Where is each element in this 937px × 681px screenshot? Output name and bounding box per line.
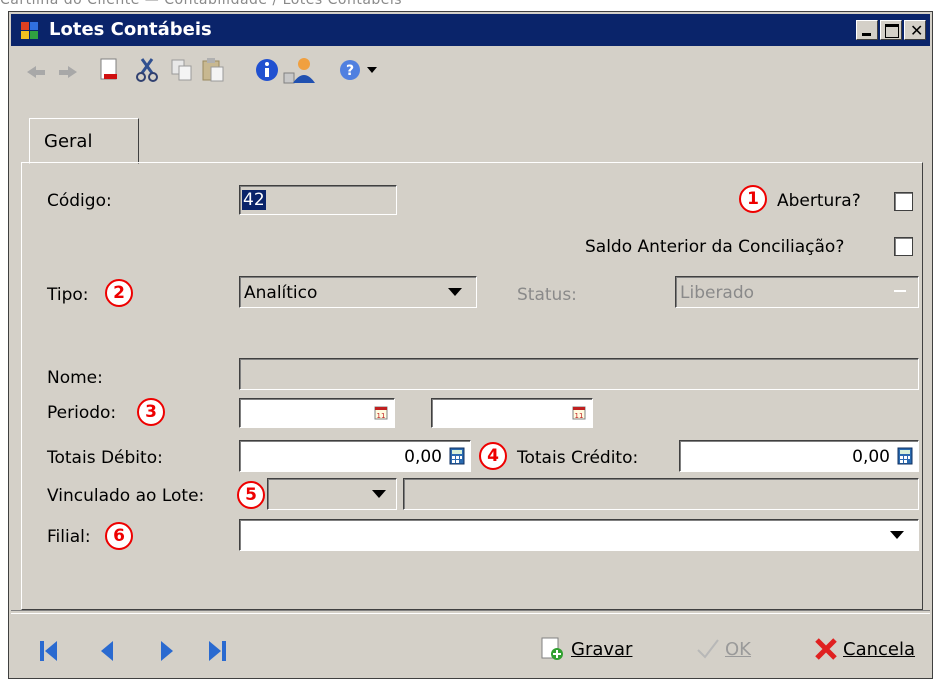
- vinculado-desc-field[interactable]: [403, 478, 919, 510]
- calendar-icon[interactable]: 11: [572, 405, 586, 420]
- chevron-down-icon[interactable]: [365, 56, 379, 84]
- periodo-label: Periodo:: [47, 403, 117, 423]
- gravar-label: Gravar: [571, 638, 633, 660]
- filial-select[interactable]: [239, 519, 919, 551]
- marker-6: 6: [105, 522, 133, 550]
- tab-strip: Geral: [11, 94, 930, 164]
- title-bar[interactable]: Lotes Contábeis ✕: [11, 14, 930, 46]
- maximize-button[interactable]: [880, 20, 902, 40]
- tipo-dropdown-icon: [448, 288, 462, 296]
- last-record-icon[interactable]: [207, 640, 227, 666]
- cancela-button[interactable]: Cancela: [813, 636, 915, 662]
- totais-credito-value: 0,00: [852, 447, 890, 467]
- svg-text:?: ?: [346, 63, 354, 79]
- breadcrumb: Cartilha do Cliente — Contabilidade / Lo…: [0, 0, 403, 8]
- undo-icon[interactable]: [23, 56, 49, 84]
- marker-2: 2: [105, 279, 133, 307]
- saldo-anterior-label: Saldo Anterior da Conciliação?: [585, 237, 845, 257]
- svg-text:11: 11: [575, 412, 584, 420]
- totais-debito-field[interactable]: 0,00: [239, 440, 471, 472]
- saldo-anterior-checkbox[interactable]: [894, 237, 913, 256]
- status-dropdown-icon: [894, 290, 906, 292]
- new-document-icon[interactable]: [97, 56, 121, 84]
- ok-button[interactable]: OK: [695, 636, 751, 662]
- app-icon: [21, 22, 39, 40]
- redo-icon[interactable]: [55, 56, 81, 84]
- check-icon: [697, 639, 719, 659]
- marker-5: 5: [237, 481, 265, 509]
- toolbar: ?: [11, 48, 930, 94]
- nome-label: Nome:: [47, 368, 103, 388]
- nome-field[interactable]: [239, 358, 919, 390]
- marker-4: 4: [479, 442, 507, 470]
- calculator-icon[interactable]: [897, 447, 913, 465]
- codigo-label: Código:: [47, 191, 112, 211]
- totais-debito-value: 0,00: [404, 447, 442, 467]
- next-record-icon[interactable]: [159, 640, 175, 666]
- previous-record-icon[interactable]: [99, 640, 115, 666]
- close-button[interactable]: ✕: [904, 20, 926, 40]
- copy-icon[interactable]: [169, 56, 195, 84]
- ok-label: OK: [725, 638, 751, 660]
- tab-geral-label: Geral: [44, 131, 93, 152]
- totais-credito-field[interactable]: 0,00: [679, 440, 919, 472]
- marker-1: 1: [739, 185, 767, 213]
- tipo-value: Analítico: [244, 283, 318, 303]
- save-icon: [541, 637, 563, 660]
- cancela-label: Cancela: [843, 638, 916, 660]
- help-icon[interactable]: ?: [337, 56, 363, 84]
- codigo-value: 42: [242, 190, 266, 210]
- tipo-select[interactable]: Analítico: [239, 276, 477, 308]
- info-icon[interactable]: [253, 56, 281, 84]
- svg-text:11: 11: [377, 412, 386, 420]
- totais-debito-label: Totais Débito:: [47, 448, 163, 468]
- lotes-contabeis-window: Lotes Contábeis ✕ ? Geral Código: 42 1 A…: [8, 11, 933, 679]
- first-record-icon[interactable]: [39, 640, 59, 666]
- status-select[interactable]: Liberado: [675, 276, 919, 308]
- totais-credito-label: Totais Crédito:: [517, 448, 639, 468]
- vinculado-dropdown-icon: [372, 490, 386, 498]
- paste-icon[interactable]: [199, 56, 227, 84]
- periodo-start-field[interactable]: 11: [239, 398, 395, 428]
- filial-label: Filial:: [47, 527, 91, 547]
- abertura-checkbox[interactable]: [894, 192, 913, 211]
- calendar-icon[interactable]: 11: [374, 405, 388, 420]
- filial-dropdown-icon: [890, 531, 904, 539]
- codigo-field[interactable]: 42: [239, 185, 397, 215]
- user-icon[interactable]: [283, 56, 317, 84]
- abertura-label: Abertura?: [777, 191, 861, 211]
- status-label: Status:: [517, 285, 577, 305]
- cut-icon[interactable]: [133, 56, 161, 84]
- marker-3: 3: [137, 398, 165, 426]
- calculator-icon[interactable]: [449, 447, 465, 465]
- close-icon: [815, 638, 837, 660]
- bottom-bar: Gravar OK Cancela: [11, 612, 930, 676]
- periodo-end-field[interactable]: 11: [431, 398, 593, 428]
- vinculado-lote-select[interactable]: [267, 478, 397, 510]
- gravar-button[interactable]: Gravar: [539, 636, 632, 662]
- window-title: Lotes Contábeis: [49, 19, 212, 40]
- vinculado-label: Vinculado ao Lote:: [47, 486, 205, 506]
- minimize-button[interactable]: [856, 20, 878, 40]
- status-value: Liberado: [680, 283, 755, 303]
- tab-geral[interactable]: Geral: [29, 118, 139, 164]
- tipo-label: Tipo:: [47, 285, 89, 305]
